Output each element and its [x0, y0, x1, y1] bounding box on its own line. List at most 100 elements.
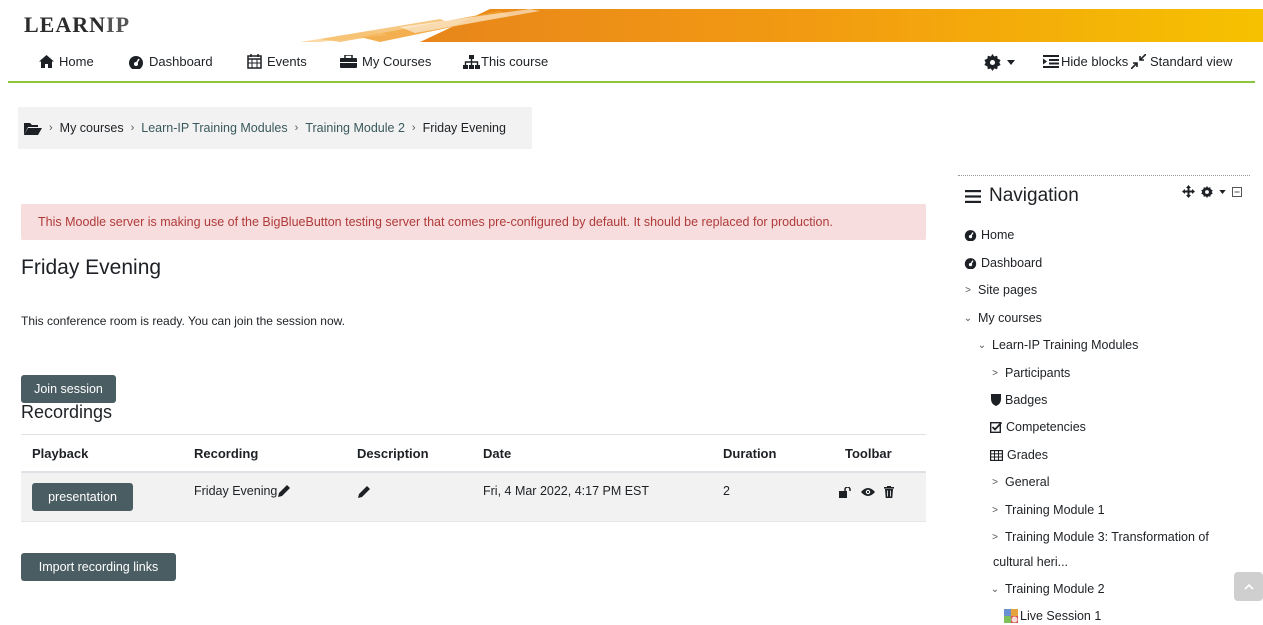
breadcrumb-module[interactable]: Training Module 2: [305, 121, 405, 135]
breadcrumb-separator: ›: [130, 122, 135, 134]
breadcrumb-category[interactable]: Learn-IP Training Modules: [141, 121, 287, 135]
breadcrumb-separator: ›: [411, 122, 416, 134]
nav-dashboard-label: Dashboard: [149, 54, 213, 69]
nav-home[interactable]: Home: [39, 54, 94, 69]
recording-duration: 2: [723, 484, 730, 498]
standard-view-label: Standard view: [1150, 54, 1233, 69]
nav-tree-label: Live Session 1: [1020, 609, 1102, 623]
navigation-title: Navigation: [965, 185, 1079, 207]
move-icon[interactable]: [1182, 185, 1195, 198]
collapse-block-icon[interactable]: [1232, 186, 1242, 197]
chevron-down-icon: ⌄: [990, 583, 1000, 595]
dashboard-icon: [964, 230, 977, 241]
briefcase-icon: [340, 55, 357, 68]
nav-this-course[interactable]: This course: [463, 54, 548, 69]
recording-name-cell: Friday Evening: [194, 484, 291, 498]
navigation-title-text: Navigation: [989, 185, 1079, 206]
nav-dashboard[interactable]: Dashboard: [128, 54, 213, 69]
shield-icon: [991, 394, 1001, 406]
description-cell: [358, 486, 370, 501]
breadcrumb-current: Friday Evening: [422, 121, 506, 135]
hamburger-icon: [965, 189, 981, 203]
nav-tree-home[interactable]: Home: [964, 228, 1014, 242]
checkbox-icon: [990, 421, 1002, 433]
nav-tree-dashboard[interactable]: Dashboard: [964, 256, 1042, 270]
indent-icon: [1043, 55, 1059, 68]
table-header: Playback Recording Description Date Dura…: [21, 434, 926, 473]
gear-icon[interactable]: [1201, 185, 1213, 198]
chevron-down-icon: ⌄: [977, 339, 987, 351]
nav-tree-label: Competencies: [1006, 420, 1086, 434]
nav-tree-training-module-3-cont[interactable]: cultural heri...: [993, 555, 1068, 569]
nav-events[interactable]: Events: [247, 54, 307, 69]
nav-tree-site-pages[interactable]: > Site pages: [962, 283, 1037, 297]
nav-tree-label: Training Module 1: [1005, 503, 1105, 517]
header-banner: [300, 9, 1263, 42]
nav-tree-label: Dashboard: [981, 256, 1043, 270]
nav-tree-training-module-1[interactable]: > Training Module 1: [989, 503, 1105, 517]
chevron-up-icon: [1243, 583, 1254, 590]
nav-tree-label: Learn-IP Training Modules: [992, 338, 1139, 352]
nav-tree-label: General: [1005, 475, 1050, 489]
breadcrumb-my-courses[interactable]: My courses: [60, 121, 124, 135]
header-playback[interactable]: Playback: [32, 446, 88, 461]
logo-suffix: IP: [106, 12, 131, 37]
standard-view-button[interactable]: Standard view: [1131, 54, 1232, 69]
chevron-right-icon: >: [992, 367, 998, 379]
header-description[interactable]: Description: [357, 446, 429, 461]
nav-tree-participants[interactable]: > Participants: [989, 366, 1070, 380]
nav-events-label: Events: [267, 54, 307, 69]
nav-my-courses[interactable]: My Courses: [340, 54, 431, 69]
nav-this-course-label: This course: [481, 54, 549, 69]
nav-tree-label: Grades: [1007, 448, 1048, 462]
nav-tree-my-courses[interactable]: ⌄ My courses: [962, 311, 1042, 325]
table-icon: [990, 449, 1003, 461]
nav-tree-badges[interactable]: Badges: [991, 393, 1047, 407]
nav-tree-general[interactable]: > General: [989, 475, 1049, 489]
calendar-icon: [247, 54, 262, 69]
nav-tree-label: Participants: [1005, 366, 1071, 380]
join-session-button[interactable]: Join session: [21, 375, 116, 403]
caret-down-icon[interactable]: [1219, 189, 1226, 194]
nav-tree-live-session-1[interactable]: Live Session 1: [1004, 609, 1101, 623]
compress-icon: [1131, 54, 1146, 69]
site-logo[interactable]: LEARNIP: [24, 12, 130, 38]
settings-menu[interactable]: [984, 54, 1015, 71]
conference-ready-text: This conference room is ready. You can j…: [21, 314, 345, 328]
import-recording-links-button[interactable]: Import recording links: [21, 553, 176, 581]
chevron-right-icon: >: [965, 284, 971, 296]
nav-tree-learn-ip-modules[interactable]: ⌄ Learn-IP Training Modules: [976, 338, 1139, 352]
hide-blocks-button[interactable]: Hide blocks: [1043, 54, 1128, 69]
back-to-top-button[interactable]: [1234, 572, 1263, 601]
navigation-block: Navigation Home Dashboard > Site pages ⌄…: [958, 175, 1258, 625]
nav-tree-training-module-3[interactable]: > Training Module 3: Transformation of: [989, 530, 1209, 544]
nav-tree-label: Home: [981, 228, 1015, 242]
nav-tree-label: Site pages: [978, 283, 1038, 297]
breadcrumb-separator: ›: [294, 122, 299, 134]
sitemap-icon: [463, 54, 480, 69]
table-row: presentation Friday Evening Fri, 4 Mar 2…: [21, 473, 926, 522]
header-duration[interactable]: Duration: [723, 446, 776, 461]
home-icon: [39, 55, 54, 68]
nav-tree-competencies[interactable]: Competencies: [990, 420, 1086, 434]
nav-tree-label: My courses: [978, 311, 1042, 325]
pencil-icon[interactable]: [358, 486, 370, 498]
folder-open-icon[interactable]: [24, 122, 42, 135]
eye-icon[interactable]: [861, 487, 875, 497]
dashboard-icon: [964, 258, 977, 269]
nav-tree-training-module-2[interactable]: ⌄ Training Module 2: [989, 582, 1105, 596]
nav-tree-label: Badges: [1005, 393, 1048, 407]
presentation-playback-button[interactable]: presentation: [32, 483, 133, 511]
unlock-icon[interactable]: [839, 486, 852, 498]
nav-tree-grades[interactable]: Grades: [990, 448, 1048, 462]
block-controls: [1182, 185, 1242, 198]
chevron-right-icon: >: [992, 504, 998, 516]
header-recording[interactable]: Recording: [194, 446, 258, 461]
nav-tree-label: Training Module 3: Transformation of: [1005, 530, 1209, 544]
nav-tree-label: Training Module 2: [1005, 582, 1105, 596]
trash-icon[interactable]: [884, 486, 894, 498]
hide-blocks-label: Hide blocks: [1061, 54, 1129, 69]
pencil-icon[interactable]: [278, 485, 291, 497]
recording-name: Friday Evening: [194, 484, 278, 498]
header-date[interactable]: Date: [483, 446, 511, 461]
